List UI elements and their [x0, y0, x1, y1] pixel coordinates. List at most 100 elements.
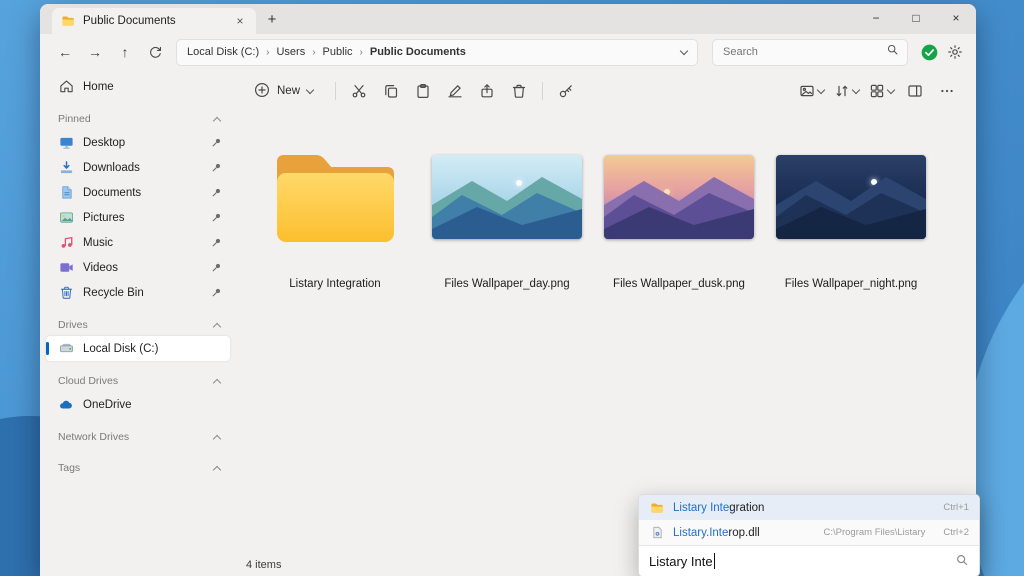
sync-status-icon[interactable]: [918, 41, 940, 63]
new-tab-button[interactable]: +: [260, 7, 284, 31]
folder-icon: [60, 15, 76, 27]
chevron-up-icon[interactable]: [212, 116, 222, 125]
file-explorer-window: Public Documents × + − □ × ← → ↑ Local D…: [40, 4, 976, 576]
pin-icon: [211, 187, 222, 198]
refresh-button[interactable]: [142, 39, 168, 65]
breadcrumb-item-current[interactable]: Public Documents: [370, 46, 466, 58]
close-button[interactable]: ×: [936, 4, 976, 32]
search-box[interactable]: [712, 38, 908, 66]
listary-result-folder[interactable]: Listary Integration Ctrl+1: [639, 495, 979, 520]
sidebar-item-label: Desktop: [83, 136, 126, 149]
tab-close-icon[interactable]: ×: [232, 13, 248, 29]
chevron-up-icon[interactable]: [212, 378, 222, 387]
up-button[interactable]: ↑: [112, 39, 138, 65]
toolbar-divider: [542, 82, 544, 100]
sidebar-item-downloads[interactable]: Downloads: [46, 155, 230, 180]
sidebar-item-label: Videos: [83, 261, 118, 274]
pin-icon: [211, 237, 222, 248]
listary-result-dll[interactable]: Listary.Interop.dll C:\Program Files\Lis…: [639, 520, 979, 545]
onedrive-cloud-icon: [58, 397, 74, 413]
rest-text: rop.dll: [728, 526, 760, 539]
rename-button[interactable]: [440, 76, 470, 106]
share-button[interactable]: [472, 76, 502, 106]
item-count: 4 items: [246, 559, 282, 571]
new-button-label: New: [277, 85, 301, 97]
wallpaper-thumbnail: [776, 155, 926, 239]
result-name: Listary.Interop.dll: [673, 527, 760, 539]
copy-button[interactable]: [376, 76, 406, 106]
view-mode-button[interactable]: [865, 83, 898, 99]
file-name: Files Wallpaper_dusk.png: [613, 278, 745, 290]
pin-icon: [211, 137, 222, 148]
sidebar-item-music[interactable]: Music: [46, 230, 230, 255]
address-dropdown-icon[interactable]: [679, 46, 689, 56]
back-button[interactable]: ←: [52, 39, 78, 65]
sidebar-item-pictures[interactable]: Pictures: [46, 205, 230, 230]
wallpaper-thumbnail: [432, 155, 582, 239]
home-icon: [58, 79, 74, 94]
paste-button[interactable]: [408, 76, 438, 106]
breadcrumb-item[interactable]: Local Disk (C:): [187, 46, 259, 58]
sidebar-item-home[interactable]: Home: [46, 74, 230, 99]
sidebar-item-label: Pictures: [83, 211, 125, 224]
key-button[interactable]: [551, 76, 581, 106]
wallpaper-thumbnail: [604, 155, 754, 239]
delete-button[interactable]: [504, 76, 534, 106]
tab-public-documents[interactable]: Public Documents ×: [52, 8, 256, 34]
file-item-listary-integration[interactable]: Listary Integration: [260, 138, 410, 290]
listary-search-icon[interactable]: [955, 553, 969, 570]
query-text: Listary Inte: [649, 553, 713, 569]
section-label: Drives: [58, 319, 88, 331]
videos-icon: [58, 260, 74, 275]
sidebar-section-network-drives[interactable]: Network Drives: [46, 426, 230, 448]
sidebar-item-local-disk[interactable]: Local Disk (C:): [46, 336, 230, 361]
sidebar-item-videos[interactable]: Videos: [46, 255, 230, 280]
chevron-up-icon[interactable]: [212, 322, 222, 331]
more-options-button[interactable]: [932, 76, 962, 106]
sidebar-section-cloud-drives[interactable]: Cloud Drives: [46, 370, 230, 392]
file-name: Files Wallpaper_night.png: [784, 278, 918, 290]
minimize-button[interactable]: −: [856, 4, 896, 32]
breadcrumb[interactable]: Local Disk (C:) › Users › Public › Publi…: [176, 38, 698, 66]
file-name: Files Wallpaper_day.png: [444, 278, 570, 290]
sidebar-item-onedrive[interactable]: OneDrive: [46, 392, 230, 417]
chevron-down-icon: [886, 85, 896, 95]
sidebar-item-desktop[interactable]: Desktop: [46, 130, 230, 155]
sidebar-section-tags[interactable]: Tags: [46, 457, 230, 479]
sidebar: Home Pinned Desktop Downloads Documents …: [40, 70, 234, 576]
forward-button[interactable]: →: [82, 39, 108, 65]
layout-button[interactable]: [795, 83, 828, 99]
sidebar-item-label: Documents: [83, 186, 142, 199]
file-item-wallpaper-night[interactable]: Files Wallpaper_night.png: [776, 138, 926, 290]
breadcrumb-item[interactable]: Users: [276, 46, 305, 58]
search-icon: [886, 43, 899, 61]
folder-icon: [271, 138, 399, 256]
new-button[interactable]: New: [246, 76, 321, 106]
file-name: Listary Integration: [289, 278, 381, 290]
dll-file-icon: [649, 526, 665, 539]
matched-text: Listary.Inte: [673, 526, 729, 539]
rest-text: gration: [729, 501, 765, 514]
file-item-wallpaper-dusk[interactable]: Files Wallpaper_dusk.png: [604, 138, 754, 290]
sidebar-item-documents[interactable]: Documents: [46, 180, 230, 205]
documents-icon: [58, 185, 74, 200]
search-input[interactable]: [721, 45, 886, 59]
breadcrumb-separator-icon: ›: [266, 46, 270, 58]
chevron-down-icon: [816, 85, 826, 95]
sidebar-section-pinned[interactable]: Pinned: [46, 108, 230, 130]
text-caret: [713, 553, 715, 569]
sidebar-section-drives[interactable]: Drives: [46, 314, 230, 336]
toolbar-divider: [335, 82, 337, 100]
breadcrumb-item[interactable]: Public: [323, 46, 353, 58]
chevron-up-icon[interactable]: [212, 465, 222, 474]
maximize-button[interactable]: □: [896, 4, 936, 32]
sidebar-item-recycle-bin[interactable]: Recycle Bin: [46, 280, 230, 305]
file-item-wallpaper-day[interactable]: Files Wallpaper_day.png: [432, 138, 582, 290]
listary-search-input[interactable]: Listary Inte: [639, 545, 979, 576]
sort-button[interactable]: [830, 83, 863, 99]
details-pane-button[interactable]: [900, 76, 930, 106]
section-label: Pinned: [58, 113, 91, 125]
settings-gear-icon[interactable]: [944, 41, 966, 63]
chevron-up-icon[interactable]: [212, 434, 222, 443]
cut-button[interactable]: [344, 76, 374, 106]
